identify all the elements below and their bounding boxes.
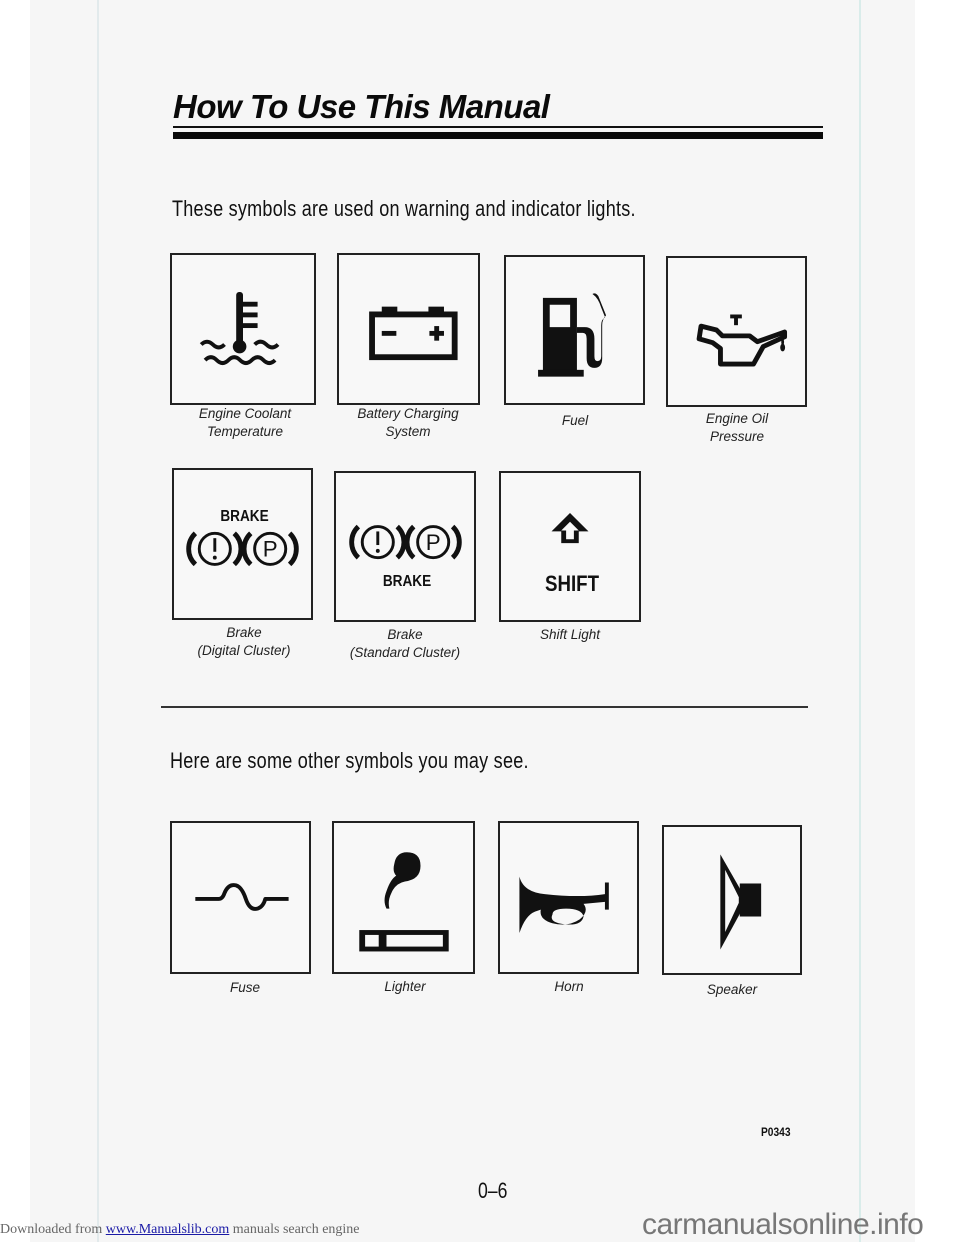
download-credit: Downloaded from www.Manualslib.com manua… [0,1222,360,1238]
watermark: carmanualsonline.info [642,1208,924,1241]
intro-warning-text: These symbols are used on warning and in… [172,196,636,221]
caption-line: (Standard Cluster) [349,645,461,660]
caption-line: Pressure [709,429,765,444]
title-rule-thick [173,132,823,139]
caption-speaker: Speaker [657,981,807,999]
caption-engine-coolant: Engine Coolant Temperature [170,405,320,441]
caption-fuse: Fuse [170,979,320,997]
caption-lighter: Lighter [330,978,480,996]
caption-line: Brake [226,625,262,640]
symbol-shift-light: SHIFT [499,471,641,622]
caption-brake-digital: Brake (Digital Cluster) [164,624,324,660]
caption-line: Battery Charging [357,406,459,421]
page-title: How To Use This Manual [173,88,550,125]
caption-line: Brake [387,627,423,642]
manualslib-link[interactable]: www.Manualslib.com [106,1222,230,1237]
caption-line: Engine Coolant [198,406,292,421]
symbol-engine-coolant [170,253,316,405]
lighter-icon [359,852,449,952]
figure-code: P0343 [761,1125,791,1139]
caption-fuel: Fuel [500,412,650,430]
credit-prefix: Downloaded from [0,1222,103,1237]
section-divider [161,706,808,708]
caption-line: Fuel [561,413,589,428]
symbol-brake-standard: P BRAKE [334,471,476,622]
caption-line: Fuse [229,980,260,995]
caption-engine-oil: Engine Oil Pressure [662,410,812,446]
credit-suffix: manuals search engine [232,1222,360,1237]
caption-horn: Horn [494,978,644,996]
symbol-speaker [662,825,802,975]
horn-icon [519,876,609,933]
page-edge-right [859,0,861,1242]
shift-label: SHIFT [544,571,600,596]
caption-line: Lighter [384,979,426,994]
caption-brake-standard: Brake (Standard Cluster) [325,626,485,662]
caption-battery: Battery Charging System [333,405,483,441]
fuel-pump-icon [538,293,607,377]
page-number: 0–6 [478,1178,508,1203]
symbol-engine-oil [666,256,807,407]
shift-arrow-icon [551,512,589,544]
caption-line: Speaker [706,982,758,997]
speaker-icon [720,854,762,950]
caption-line: Engine Oil [705,411,769,426]
caption-line: Shift Light [539,627,601,642]
caption-shift-light: Shift Light [495,626,645,644]
svg-text:P: P [426,530,441,555]
intro-other-text: Here are some other symbols you may see. [170,748,529,773]
page-edge-left [97,0,99,1242]
caption-line: Temperature [206,424,284,439]
symbol-fuel [504,255,645,405]
caption-line: Horn [554,979,584,994]
symbol-horn [498,821,639,974]
title-rule-thin [173,126,823,128]
engine-coolant-temperature-icon [199,292,280,365]
caption-line: (Digital Cluster) [197,643,291,658]
symbol-fuse [170,821,311,974]
fuse-icon [195,883,289,911]
battery-icon [369,306,458,361]
symbol-lighter [332,821,475,974]
brake-icon: P [349,524,462,560]
oil-can-icon [696,314,788,367]
brake-icon: P [186,531,299,567]
symbol-brake-digital: BRAKE P [172,468,313,620]
symbol-battery [337,253,480,405]
svg-text:P: P [263,537,278,562]
caption-line: System [385,424,431,439]
brake-label: BRAKE [382,573,432,590]
